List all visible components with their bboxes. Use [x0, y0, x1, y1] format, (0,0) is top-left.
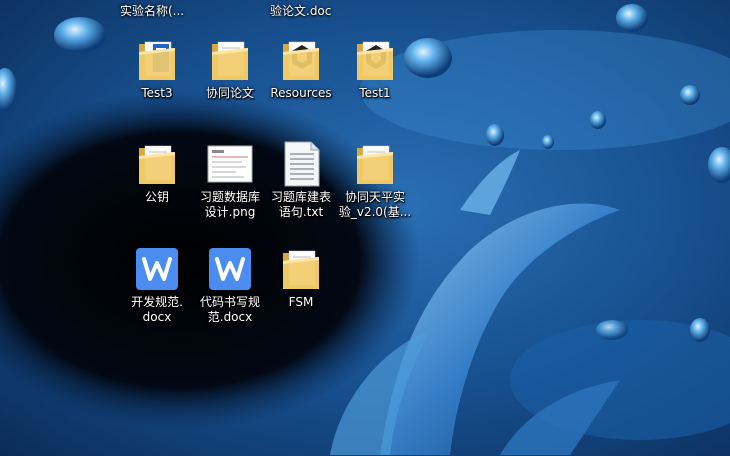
folder-unity-icon	[277, 36, 325, 84]
wps-doc-icon	[133, 245, 181, 293]
icon-label: 代码书写规 范.docx	[199, 295, 260, 324]
partial-icon-label-left[interactable]: 实验名称(...	[120, 2, 184, 19]
image-file-icon	[206, 140, 254, 188]
desktop-icon-daima-guifan[interactable]: 代码书写规 范.docx	[193, 245, 267, 325]
icon-label: FSM	[288, 295, 314, 309]
folder-unity-icon	[351, 36, 399, 84]
desktop-icon-xiti-png[interactable]: 习题数据库 设计.png	[193, 140, 267, 220]
folder-icon	[277, 245, 325, 293]
desktop-icon-xiti-txt[interactable]: 习题库建表 语句.txt	[264, 140, 338, 220]
icon-label: 开发规范. docx	[131, 295, 183, 324]
icon-label: Test3	[141, 86, 173, 100]
desktop-icon-resources[interactable]: Resources	[264, 36, 338, 101]
folder-doc-icon	[133, 36, 181, 84]
partial-icon-label-right[interactable]: 验论文.doc	[270, 2, 331, 19]
icon-label: 公钥	[144, 190, 169, 204]
icon-label: 习题库建表 语句.txt	[270, 190, 331, 219]
icon-label: Resources	[270, 86, 332, 100]
folder-icon	[351, 140, 399, 188]
icon-label: 习题数据库 设计.png	[199, 190, 260, 219]
desktop-icon-test3[interactable]: Test3	[120, 36, 194, 101]
desktop-icon-xietong-tianping[interactable]: 协同天平实 验_v2.0(基...	[338, 140, 412, 220]
icon-label: Test1	[359, 86, 391, 100]
icon-label: 协同天平实 验_v2.0(基...	[338, 190, 412, 219]
desktop-icon-kaifa-guifan[interactable]: 开发规范. docx	[120, 245, 194, 325]
text-file-icon	[277, 140, 325, 188]
wps-doc-icon	[206, 245, 254, 293]
desktop-icon-fsm[interactable]: FSM	[264, 245, 338, 310]
desktop-icon-xietong-lunwen[interactable]: 协同论文	[193, 36, 267, 101]
desktop-icon-test1[interactable]: Test1	[338, 36, 412, 101]
folder-icon	[206, 36, 254, 84]
desktop-icon-gongyao[interactable]: 公钥	[120, 140, 194, 205]
icon-label: 协同论文	[205, 86, 254, 100]
folder-icon	[133, 140, 181, 188]
